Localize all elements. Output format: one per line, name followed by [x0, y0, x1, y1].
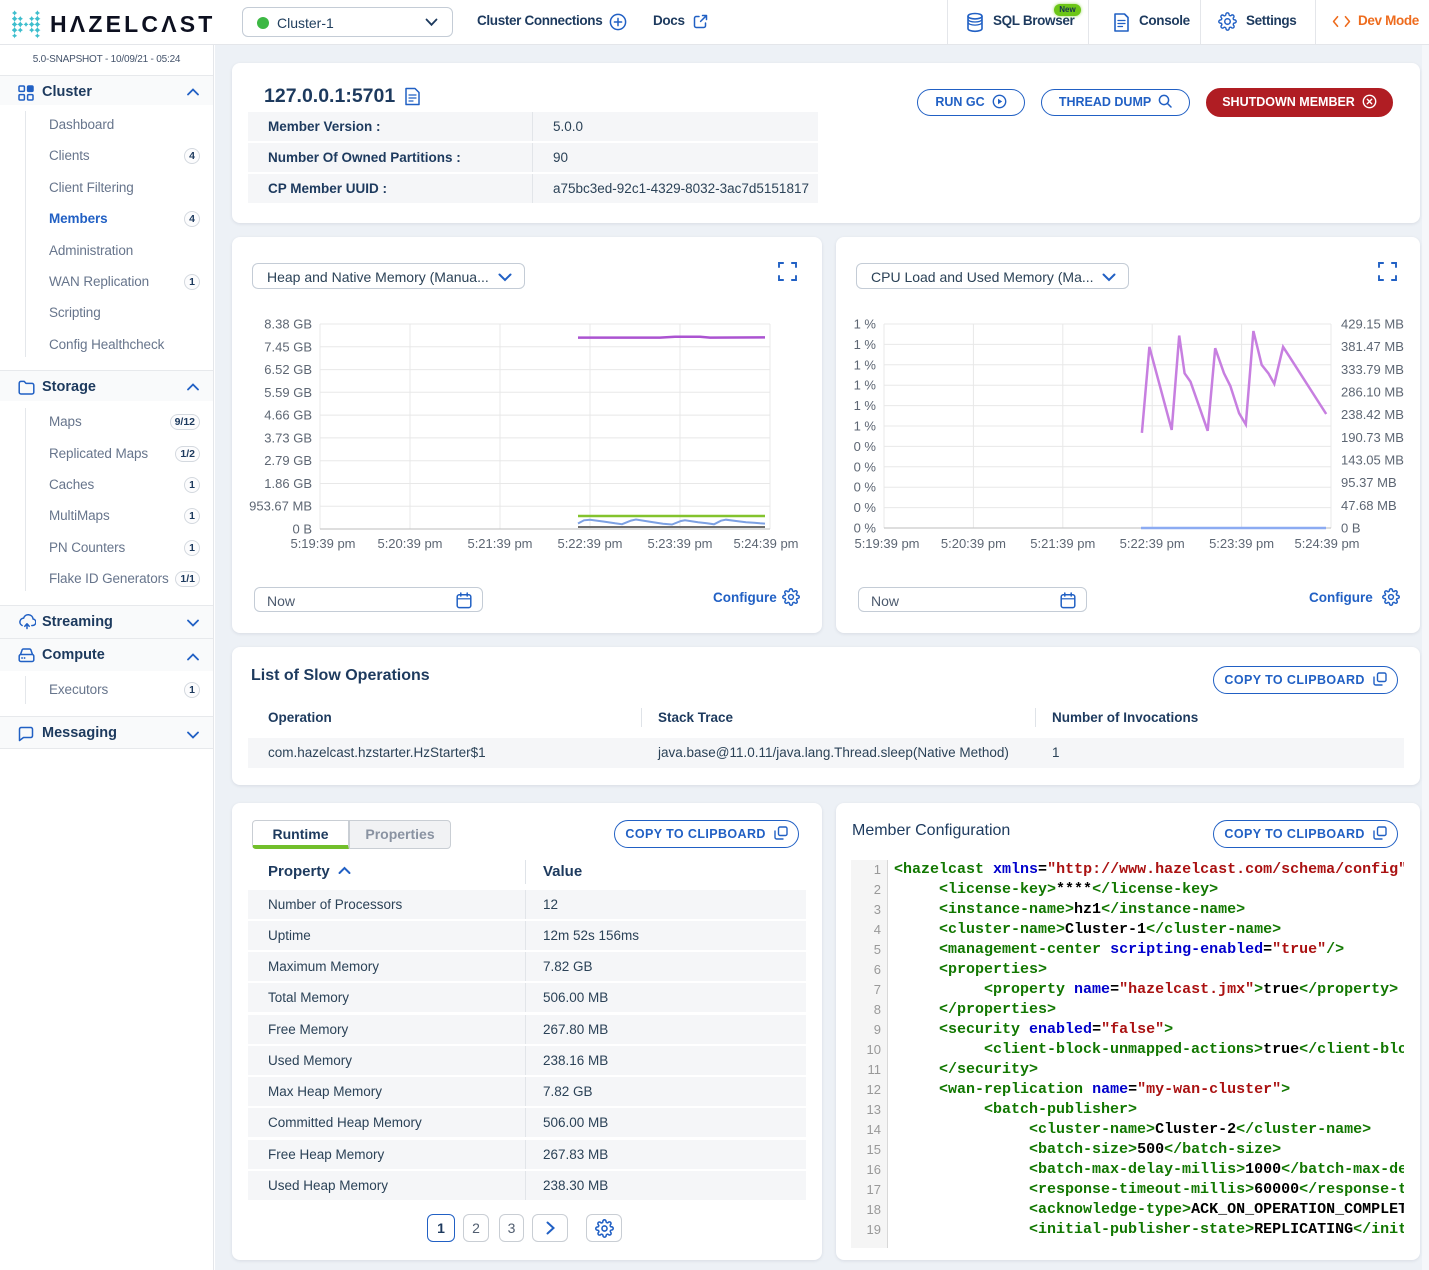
svg-text:1 %: 1 %	[854, 337, 877, 352]
svg-text:5:21:39 pm: 5:21:39 pm	[1030, 536, 1095, 551]
svg-text:5:24:39 pm: 5:24:39 pm	[733, 536, 798, 551]
svg-text:5:23:39 pm: 5:23:39 pm	[1209, 536, 1274, 551]
svg-text:3.73 GB: 3.73 GB	[264, 430, 312, 445]
svg-text:286.10 MB: 286.10 MB	[1341, 385, 1404, 400]
svg-text:5:19:39 pm: 5:19:39 pm	[290, 536, 355, 551]
svg-text:4.66 GB: 4.66 GB	[264, 408, 312, 423]
svg-text:1.86 GB: 1.86 GB	[264, 476, 312, 491]
svg-text:1 %: 1 %	[854, 398, 877, 413]
svg-text:333.79 MB: 333.79 MB	[1341, 362, 1404, 377]
svg-text:8.38 GB: 8.38 GB	[264, 317, 312, 332]
svg-text:7.45 GB: 7.45 GB	[264, 339, 312, 354]
svg-text:5:19:39 pm: 5:19:39 pm	[854, 536, 919, 551]
svg-text:5:22:39 pm: 5:22:39 pm	[1120, 536, 1185, 551]
svg-text:238.42 MB: 238.42 MB	[1341, 407, 1404, 422]
svg-text:6.52 GB: 6.52 GB	[264, 362, 312, 377]
svg-text:1 %: 1 %	[854, 357, 877, 372]
svg-text:0 %: 0 %	[854, 439, 877, 454]
svg-text:0 B: 0 B	[292, 522, 312, 537]
svg-text:0 %: 0 %	[854, 459, 877, 474]
svg-text:5:20:39 pm: 5:20:39 pm	[941, 536, 1006, 551]
svg-text:0 B: 0 B	[1341, 521, 1361, 536]
svg-text:5:22:39 pm: 5:22:39 pm	[557, 536, 622, 551]
svg-text:1 %: 1 %	[854, 419, 877, 434]
svg-text:1 %: 1 %	[854, 378, 877, 393]
svg-text:0 %: 0 %	[854, 480, 877, 495]
svg-text:429.15 MB: 429.15 MB	[1341, 317, 1404, 332]
svg-text:47.68 MB: 47.68 MB	[1341, 498, 1397, 513]
svg-text:953.67 MB: 953.67 MB	[249, 499, 312, 514]
svg-text:5.59 GB: 5.59 GB	[264, 385, 312, 400]
svg-text:1 %: 1 %	[854, 317, 877, 332]
svg-text:5:20:39 pm: 5:20:39 pm	[377, 536, 442, 551]
svg-text:2.79 GB: 2.79 GB	[264, 453, 312, 468]
svg-text:95.37 MB: 95.37 MB	[1341, 475, 1397, 490]
svg-text:190.73 MB: 190.73 MB	[1341, 430, 1404, 445]
svg-text:0 %: 0 %	[854, 521, 877, 536]
svg-text:0 %: 0 %	[854, 500, 877, 515]
svg-text:5:23:39 pm: 5:23:39 pm	[647, 536, 712, 551]
svg-text:381.47 MB: 381.47 MB	[1341, 339, 1404, 354]
svg-text:143.05 MB: 143.05 MB	[1341, 453, 1404, 468]
svg-text:5:24:39 pm: 5:24:39 pm	[1294, 536, 1359, 551]
svg-text:5:21:39 pm: 5:21:39 pm	[467, 536, 532, 551]
